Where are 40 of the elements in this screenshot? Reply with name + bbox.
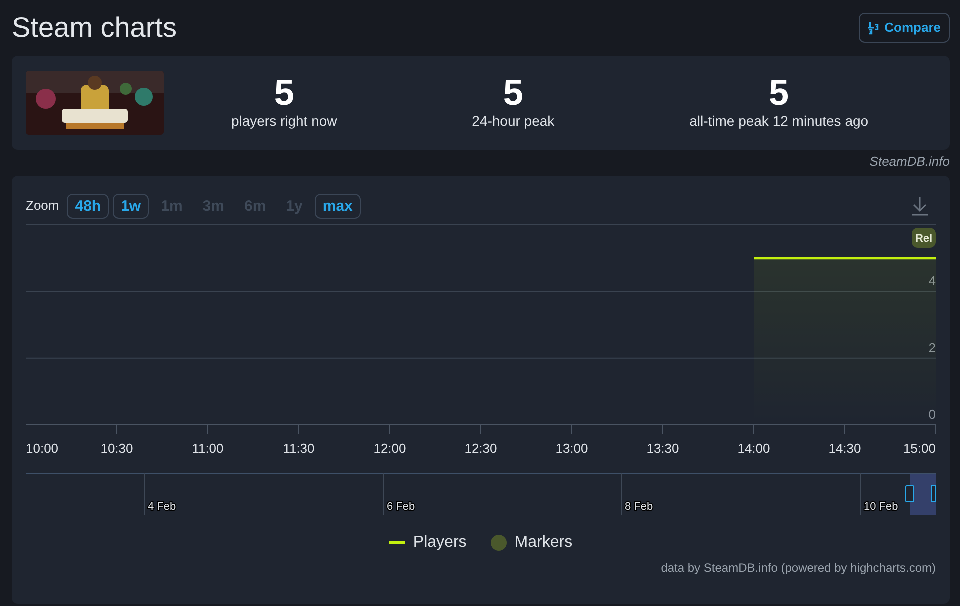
stat-value: 5 (502, 74, 524, 112)
navigator-selection[interactable] (906, 474, 936, 514)
zoom-button[interactable]: 48h (67, 194, 110, 218)
x-tick-label: 11:00 (192, 440, 224, 452)
x-tick-label: 14:30 (828, 440, 862, 452)
zoom-button[interactable]: 1w (113, 194, 150, 218)
zoom-button[interactable]: max (314, 194, 361, 218)
stat-value: 5 (273, 74, 296, 112)
navigator-label: 6 Feb (387, 500, 416, 512)
stat-label: players right now (230, 112, 338, 132)
y-tick-label: 0 (928, 406, 936, 422)
x-tick-label: 10:30 (100, 440, 134, 452)
compare-button[interactable]: Compare (858, 13, 950, 43)
compare-icon (868, 21, 880, 35)
x-tick-label: 11:30 (283, 440, 315, 452)
y-tick-label: 2 (928, 340, 936, 355)
release-marker[interactable]: Rel (912, 228, 936, 248)
legend-label[interactable]: Players (413, 530, 467, 554)
navigator-label: 4 Feb (148, 500, 176, 512)
download-icon[interactable] (910, 195, 930, 217)
x-tick-label: 14:00 (738, 440, 770, 452)
x-tick-label: 10:00 (26, 440, 59, 452)
x-tick-label: 13:00 (556, 440, 588, 452)
x-tick-label: 13:30 (646, 440, 680, 452)
x-tick-label: 12:00 (374, 440, 406, 452)
zoom-label: Zoom (26, 197, 60, 216)
y-tick-label: 4 (928, 273, 936, 288)
navigator-label: 8 Feb (625, 500, 654, 512)
page-title: Steam charts (12, 11, 177, 45)
chart-credits: data by SteamDB.info (powered by highcharts.com) (661, 560, 936, 574)
legend-label[interactable]: Markers (514, 530, 573, 554)
line-swatch-icon (389, 540, 406, 544)
stat-label: all-time peak 12 minutes ago (688, 112, 870, 132)
stat-value: 5 (768, 74, 790, 112)
navigator-label: 10 Feb (864, 500, 898, 512)
x-tick-label: 15:00 (903, 440, 936, 452)
stat-label: 24-hour peak (471, 112, 556, 132)
annotation: Rel (915, 232, 933, 244)
x-tick-label: 12:30 (464, 440, 498, 452)
source-note: SteamDB.info (870, 154, 950, 169)
